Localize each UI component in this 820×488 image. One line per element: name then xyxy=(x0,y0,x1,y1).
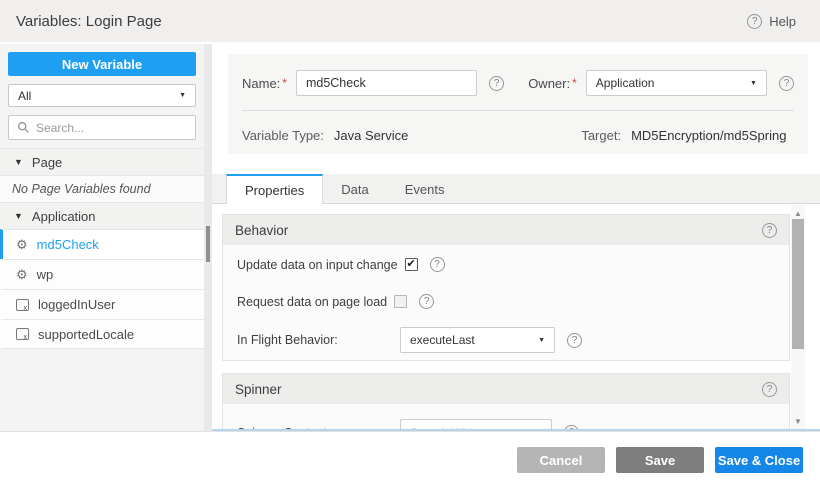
tree-item-label: supportedLocale xyxy=(38,327,134,342)
tree-item-label: md5Check xyxy=(37,237,99,252)
type-target-row: Variable Type: Java Service Target: MD5E… xyxy=(242,122,794,148)
owner-value: Application xyxy=(596,76,655,90)
name-help-icon[interactable]: ? xyxy=(489,76,504,91)
tree-item-label: loggedInUser xyxy=(38,297,115,312)
spinner-context-select[interactable]: Search Widgets xyxy=(400,419,552,431)
in-flight-select[interactable]: executeLast ▼ xyxy=(400,327,555,353)
scroll-up-icon[interactable]: ▲ xyxy=(791,207,805,219)
service-variable-icon: ⚙ xyxy=(16,268,28,281)
scroll-down-icon[interactable]: ▼ xyxy=(791,415,805,427)
in-flight-label: In Flight Behavior: xyxy=(237,333,400,347)
behavior-section-title: Behavior xyxy=(235,223,288,238)
cancel-button[interactable]: Cancel xyxy=(517,447,605,473)
spinner-section-title: Spinner xyxy=(235,382,282,397)
behavior-section-header: Behavior ? xyxy=(223,215,789,245)
spinner-context-row: Spinner Context: Search Widgets ? xyxy=(237,419,775,431)
variable-type-value: Java Service xyxy=(334,128,408,143)
spinner-section-header: Spinner ? xyxy=(223,374,789,404)
required-asterisk: * xyxy=(282,76,287,90)
new-variable-button[interactable]: New Variable xyxy=(8,52,196,76)
page-variables-empty-message: No Page Variables found xyxy=(0,175,204,202)
request-data-label: Request data on page load xyxy=(237,295,387,309)
variable-filter-select[interactable]: All ▼ xyxy=(8,84,196,107)
in-flight-row: In Flight Behavior: executeLast ▼ ? xyxy=(237,327,775,353)
tree-item-loggedinuser[interactable]: x loggedInUser xyxy=(0,289,204,319)
card-divider xyxy=(242,110,794,111)
spinner-help-icon[interactable]: ? xyxy=(762,382,777,397)
static-variable-x: x xyxy=(24,334,28,341)
sidebar-scrollbar-thumb[interactable] xyxy=(206,226,210,262)
update-data-checkbox[interactable]: ✔ xyxy=(405,258,418,271)
tab-label: Data xyxy=(341,182,368,197)
chevron-down-icon: ▼ xyxy=(750,80,757,87)
static-variable-icon: x xyxy=(16,299,29,311)
tab-label: Events xyxy=(405,182,445,197)
help-icon: ? xyxy=(747,14,762,29)
tree-group-label: Application xyxy=(32,209,96,224)
owner-label: Owner: xyxy=(528,76,570,91)
properties-scrollbar[interactable]: ▲ ▼ xyxy=(791,205,805,429)
variable-detail-panel: Name:* ? Owner:* Application ▼ ? Variabl… xyxy=(212,44,820,431)
name-label: Name: xyxy=(242,76,280,91)
behavior-help-icon[interactable]: ? xyxy=(762,223,777,238)
variables-tree: ▼ Page No Page Variables found ▼ Applica… xyxy=(0,148,204,349)
variables-sidebar: New Variable All ▼ ▼ Page No Page Variab… xyxy=(0,44,204,431)
owner-select[interactable]: Application ▼ xyxy=(586,70,767,96)
chevron-down-icon: ▼ xyxy=(14,211,23,221)
properties-scrollbar-thumb[interactable] xyxy=(792,219,804,349)
chevron-down-icon: ▼ xyxy=(14,157,23,167)
tree-group-label: Page xyxy=(32,155,62,170)
target-label: Target: xyxy=(581,128,621,143)
save-button[interactable]: Save xyxy=(616,447,704,473)
chevron-down-icon: ▼ xyxy=(179,92,186,99)
request-data-checkbox[interactable]: ✔ xyxy=(394,295,407,308)
request-data-row: Request data on page load ✔ ? xyxy=(237,294,775,309)
update-data-label: Update data on input change xyxy=(237,258,398,272)
tree-group-page[interactable]: ▼ Page xyxy=(0,148,204,175)
page-title: Variables: Login Page xyxy=(16,13,162,30)
service-variable-icon: ⚙ xyxy=(16,238,28,251)
name-input[interactable] xyxy=(296,70,477,96)
tree-item-wp[interactable]: ⚙ wp xyxy=(0,259,204,289)
search-input[interactable] xyxy=(36,121,187,135)
tree-item-supportedlocale[interactable]: x supportedLocale xyxy=(0,319,204,349)
tab-label: Properties xyxy=(245,183,304,198)
required-asterisk: * xyxy=(572,76,577,90)
static-variable-x: x xyxy=(24,305,28,312)
behavior-section: Behavior ? Update data on input change ✔… xyxy=(222,214,790,361)
tab-events[interactable]: Events xyxy=(387,174,463,203)
tab-data[interactable]: Data xyxy=(323,174,386,203)
chevron-down-icon: ▼ xyxy=(538,337,545,344)
in-flight-help-icon[interactable]: ? xyxy=(567,333,582,348)
target-value: MD5Encryption/md5Spring xyxy=(631,128,786,143)
name-owner-row: Name:* ? Owner:* Application ▼ ? xyxy=(242,70,794,96)
update-data-help-icon[interactable]: ? xyxy=(430,257,445,272)
properties-panel: Behavior ? Update data on input change ✔… xyxy=(212,205,820,431)
variable-search-box[interactable] xyxy=(8,115,196,140)
variable-summary-card: Name:* ? Owner:* Application ▼ ? Variabl… xyxy=(228,54,808,154)
owner-help-icon[interactable]: ? xyxy=(779,76,794,91)
variable-type-label: Variable Type: xyxy=(242,128,324,143)
sidebar-scrollbar[interactable] xyxy=(204,44,212,431)
variable-filter-value: All xyxy=(18,89,31,103)
tree-group-application[interactable]: ▼ Application xyxy=(0,202,204,229)
detail-tabbar: Properties Data Events xyxy=(212,174,820,204)
help-label: Help xyxy=(769,14,796,29)
static-variable-icon: x xyxy=(16,328,29,340)
help-button[interactable]: ? Help xyxy=(747,14,796,29)
in-flight-value: executeLast xyxy=(410,333,475,347)
spinner-section: Spinner ? Spinner Context: Search Widget… xyxy=(222,373,790,431)
search-icon xyxy=(17,121,30,134)
request-data-help-icon[interactable]: ? xyxy=(419,294,434,309)
variables-dialog: Variables: Login Page ? Help New Variabl… xyxy=(0,0,820,488)
update-data-row: Update data on input change ✔ ? xyxy=(237,257,775,272)
tree-item-md5check[interactable]: ⚙ md5Check xyxy=(0,229,204,259)
save-and-close-button[interactable]: Save & Close xyxy=(715,447,803,473)
dialog-footer: Cancel Save Save & Close xyxy=(0,431,820,488)
check-icon: ✔ xyxy=(406,259,415,270)
tab-properties[interactable]: Properties xyxy=(226,174,323,204)
tree-item-label: wp xyxy=(37,267,54,282)
dialog-titlebar: Variables: Login Page ? Help xyxy=(0,0,820,42)
